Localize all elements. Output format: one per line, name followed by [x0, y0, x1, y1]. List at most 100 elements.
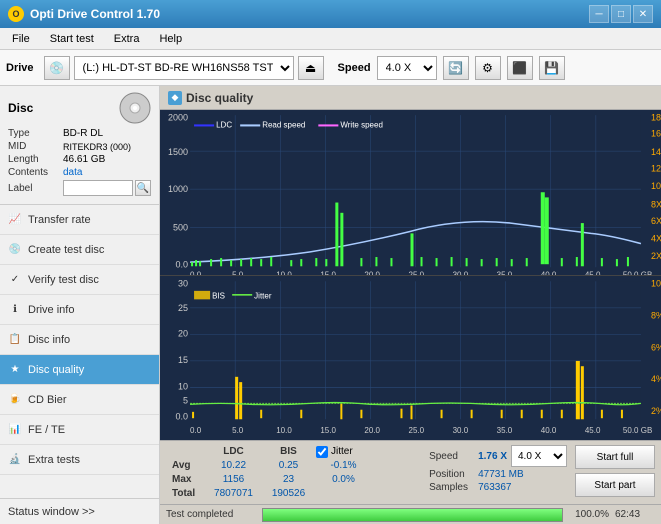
sidebar-item-verify-test-disc[interactable]: ✓ Verify test disc [0, 265, 159, 295]
sidebar-item-extra-tests[interactable]: 🔬 Extra tests [0, 445, 159, 475]
start-full-button[interactable]: Start full [575, 445, 655, 469]
minimize-button[interactable]: ─ [589, 5, 609, 23]
label-label: Label [8, 183, 63, 194]
drive-selector[interactable]: (L:) HL-DT-ST BD-RE WH16NS58 TST4 [74, 56, 294, 80]
svg-text:10: 10 [178, 381, 188, 391]
menu-bar: File Start test Extra Help [0, 28, 661, 50]
jitter-label: Jitter [331, 446, 353, 457]
progress-track [262, 508, 563, 522]
menu-start-test[interactable]: Start test [42, 31, 102, 47]
disc-title: Disc [8, 101, 33, 115]
sidebar-item-create-test-disc[interactable]: 💿 Create test disc [0, 235, 159, 265]
samples-label: Samples [429, 482, 474, 493]
start-part-button[interactable]: Start part [575, 473, 655, 497]
progress-bar-container: Test completed 100.0% 62:43 [160, 504, 661, 524]
progress-fill [263, 509, 562, 521]
settings-button[interactable]: ⚙ [475, 56, 501, 80]
status-window-button[interactable]: Status window >> [0, 498, 159, 524]
svg-text:2000: 2000 [168, 112, 188, 122]
jitter-checkbox[interactable] [316, 446, 328, 458]
svg-text:6%: 6% [651, 342, 661, 352]
stop-button[interactable]: ⬛ [507, 56, 533, 80]
stats-max-ldc: 1156 [206, 473, 261, 486]
menu-extra[interactable]: Extra [106, 31, 148, 47]
svg-text:2%: 2% [651, 405, 661, 415]
svg-text:8X: 8X [651, 200, 661, 210]
time-display: 62:43 [615, 509, 655, 520]
svg-text:16X: 16X [651, 129, 661, 139]
contents-value: data [63, 167, 151, 178]
svg-text:Jitter: Jitter [254, 291, 272, 300]
refresh-button[interactable]: 🔄 [443, 56, 469, 80]
svg-text:10.0: 10.0 [276, 270, 292, 274]
svg-text:20: 20 [178, 328, 188, 338]
length-value: 46.61 GB [63, 154, 151, 165]
label-input[interactable] [63, 180, 133, 196]
sidebar-item-label: Transfer rate [28, 214, 91, 226]
speed-label: Speed [338, 62, 371, 74]
chart-header-icon: ◆ [168, 91, 182, 105]
speed-info-selector[interactable]: 4.0 X [511, 445, 567, 467]
svg-text:18X: 18X [651, 112, 661, 122]
stats-max-bis: 23 [261, 473, 316, 486]
status-text: Test completed [166, 509, 256, 520]
stats-max-label: Max [166, 473, 206, 486]
svg-text:4X: 4X [651, 233, 661, 243]
sidebar-item-drive-info[interactable]: ℹ Drive info [0, 295, 159, 325]
stats-table: LDC BIS Jitter Avg 10.22 0.25 -0.1% Max [166, 445, 421, 500]
svg-text:4%: 4% [651, 373, 661, 383]
main-content: Disc Type BD-R DL MID RITEKDR3 (000) Len… [0, 86, 661, 524]
lower-chart: 30 25 20 15 10 5 0.0 10% 8% 6% 4% 2% [160, 276, 661, 441]
sidebar-item-label: Extra tests [28, 454, 80, 466]
svg-text:14X: 14X [651, 147, 661, 157]
eject-button[interactable]: ⏏ [298, 56, 324, 80]
sidebar-item-transfer-rate[interactable]: 📈 Transfer rate [0, 205, 159, 235]
menu-help[interactable]: Help [151, 31, 190, 47]
action-buttons: Start full Start part [575, 445, 655, 497]
mid-label: MID [8, 141, 63, 152]
svg-text:45.0: 45.0 [585, 270, 601, 274]
svg-text:10.0: 10.0 [276, 425, 292, 434]
label-btn[interactable]: 🔍 [135, 180, 151, 196]
chart-title: Disc quality [186, 91, 253, 105]
position-value: 47731 MB [478, 469, 524, 480]
svg-text:15: 15 [178, 354, 188, 364]
stats-header-empty [166, 445, 206, 458]
stats-header-ldc: LDC [206, 445, 261, 458]
svg-text:Read speed: Read speed [262, 120, 305, 129]
sidebar-item-disc-quality[interactable]: ★ Disc quality [0, 355, 159, 385]
drive-icon-btn[interactable]: 💿 [44, 56, 70, 80]
menu-file[interactable]: File [4, 31, 38, 47]
type-value: BD-R DL [63, 128, 151, 139]
sidebar-item-label: Disc quality [28, 364, 84, 376]
svg-text:BIS: BIS [212, 291, 225, 300]
svg-text:30: 30 [178, 278, 188, 288]
svg-text:0.0: 0.0 [190, 270, 202, 274]
length-label: Length [8, 154, 63, 165]
maximize-button[interactable]: □ [611, 5, 631, 23]
speed-selector[interactable]: 4.0 X Max 8.0 X 2.0 X [377, 56, 437, 80]
svg-text:50.0 GB: 50.0 GB [623, 270, 652, 274]
svg-text:20.0: 20.0 [364, 270, 380, 274]
sidebar-item-label: Create test disc [28, 244, 104, 256]
upper-chart-svg: 2000 1500 1000 500 0.0 18X 16X 14X 12X 1… [160, 110, 661, 275]
mid-value: RITEKDR3 (000) [63, 142, 151, 152]
app-icon: O [8, 6, 24, 22]
close-button[interactable]: ✕ [633, 5, 653, 23]
svg-text:25: 25 [178, 302, 188, 312]
stats-total-ldc: 7807071 [206, 487, 261, 500]
svg-text:500: 500 [173, 222, 188, 232]
svg-text:10%: 10% [651, 278, 661, 288]
sidebar-item-label: Drive info [28, 304, 74, 316]
svg-text:2X: 2X [651, 251, 661, 261]
svg-text:0.0: 0.0 [176, 411, 189, 421]
svg-text:15.0: 15.0 [320, 425, 336, 434]
svg-text:40.0: 40.0 [541, 270, 557, 274]
type-label: Type [8, 128, 63, 139]
sidebar-item-disc-info[interactable]: 📋 Disc info [0, 325, 159, 355]
svg-text:LDC: LDC [216, 120, 232, 129]
save-button[interactable]: 💾 [539, 56, 565, 80]
sidebar-item-fe-te[interactable]: 📊 FE / TE [0, 415, 159, 445]
svg-text:1500: 1500 [168, 147, 188, 157]
sidebar-item-cd-bier[interactable]: 🍺 CD Bier [0, 385, 159, 415]
